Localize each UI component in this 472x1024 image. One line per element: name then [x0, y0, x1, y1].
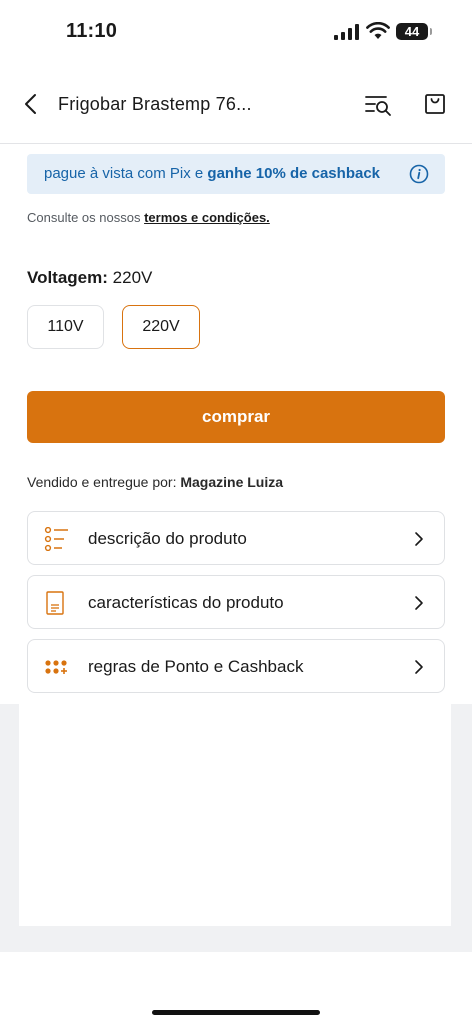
seller-info: Vendido e entregue por: Magazine Luiza: [27, 474, 283, 490]
voltage-label: Voltagem: 220V: [27, 268, 152, 288]
signal-icon: [334, 24, 359, 40]
status-time: 11:10: [66, 20, 118, 42]
nav-header: Frigobar Brastemp 76...: [0, 64, 472, 144]
document-icon: [46, 591, 64, 615]
wifi-icon: [366, 22, 390, 39]
voltage-label-title: Voltagem:: [27, 268, 108, 287]
buy-button[interactable]: comprar: [27, 391, 445, 443]
list-icon: [44, 527, 68, 551]
chevron-right-icon: [415, 660, 423, 674]
seller-name: Magazine Luiza: [180, 474, 284, 490]
bottom-bar: [0, 952, 472, 1024]
chevron-right-icon: [415, 532, 423, 546]
voltage-option-110v[interactable]: 110V: [27, 305, 104, 349]
page-title: Frigobar Brastemp 76...: [58, 94, 252, 114]
pix-banner-prefix: pague à vista com Pix e: [44, 165, 208, 182]
seller-prefix: Vendido e entregue por:: [27, 474, 181, 490]
voltage-selected-value: 220V: [112, 268, 153, 287]
terms-prefix: Consulte os nossos: [27, 210, 145, 225]
pix-cashback-banner[interactable]: pague à vista com Pix e ganhe 10% de cas…: [27, 154, 445, 194]
pix-banner-highlight: ganhe 10% de cashback: [207, 165, 381, 182]
dots-grid-icon: [45, 660, 67, 674]
menu-item-product-characteristics[interactable]: características do produto: [27, 575, 445, 629]
back-arrow-icon[interactable]: [22, 93, 42, 115]
menu-item-label: características do produto: [88, 593, 284, 612]
pix-banner-text: pague à vista com Pix e ganhe 10% de cas…: [44, 165, 380, 182]
menu-item-label: regras de Ponto e Cashback: [88, 657, 304, 676]
blank-content-area: [19, 704, 451, 926]
terms-line: Consulte os nossos termos e condições.: [27, 210, 270, 225]
status-bar: 11:10 44: [0, 0, 472, 64]
product-purchase-section: pague à vista com Pix e ganhe 10% de cas…: [0, 144, 472, 704]
info-icon[interactable]: [409, 164, 429, 184]
menu-item-label: descrição do produto: [88, 529, 247, 548]
menu-item-points-cashback-rules[interactable]: regras de Ponto e Cashback: [27, 639, 445, 693]
terms-link[interactable]: termos e condições.: [144, 210, 270, 225]
voltage-option-220v[interactable]: 220V: [122, 305, 200, 349]
shopping-bag-icon[interactable]: [424, 91, 446, 115]
battery-icon: 44: [396, 23, 432, 40]
home-indicator[interactable]: [152, 1010, 320, 1015]
chevron-right-icon: [415, 596, 423, 610]
search-list-icon[interactable]: [364, 93, 392, 117]
menu-item-product-description[interactable]: descrição do produto: [27, 511, 445, 565]
